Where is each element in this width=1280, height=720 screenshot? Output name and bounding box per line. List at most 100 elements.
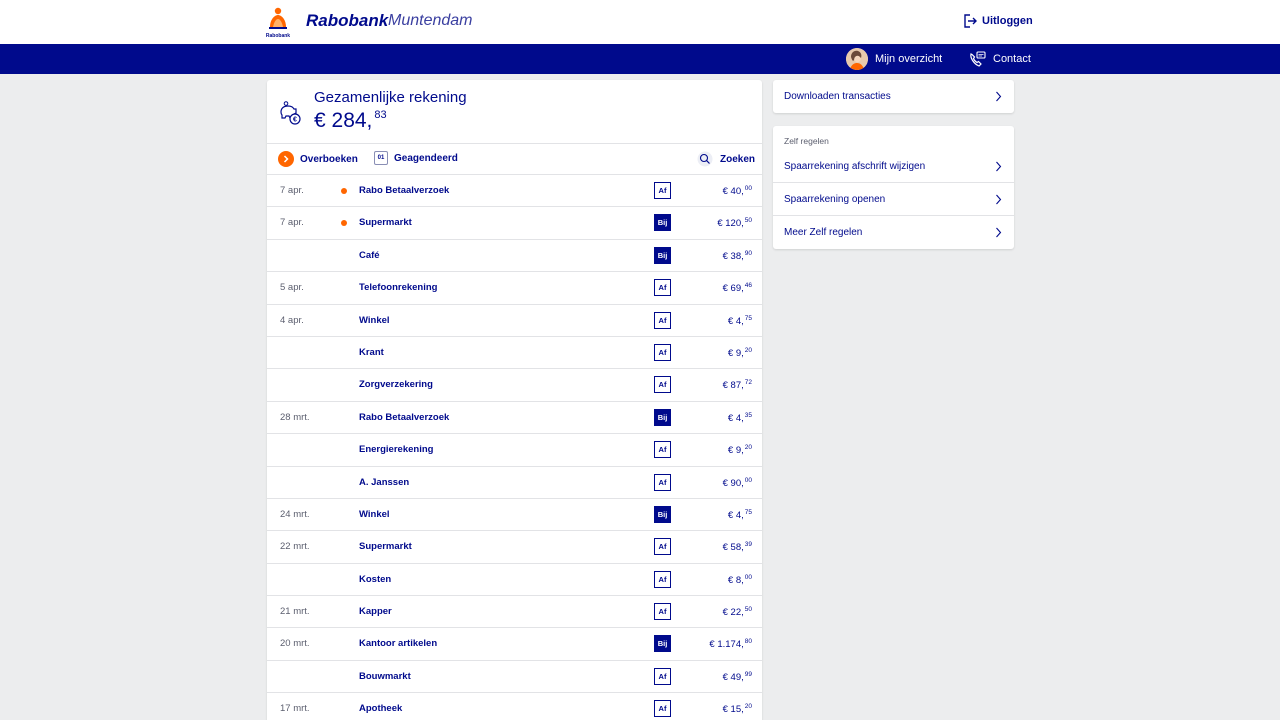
transaction-amount: € 1.174,80 — [709, 638, 752, 650]
nav-contact[interactable]: Contact — [968, 48, 1031, 70]
transaction-type-badge: Bij — [654, 635, 671, 653]
transaction-amount-main: € 38, — [722, 250, 744, 262]
download-transactions-label: Downloaden transacties — [784, 91, 891, 102]
account-name: Gezamenlijke rekening — [314, 89, 467, 106]
transaction-type-badge: Bij — [654, 214, 671, 232]
transaction-date: 22 mrt. — [280, 541, 310, 553]
transaction-amount: € 40,00 — [723, 185, 752, 197]
transaction-name: Rabo Betaalverzoek — [359, 185, 450, 196]
transaction-row[interactable]: 22 mrt. Supermarkt Af € 58,39 — [267, 531, 762, 564]
transaction-row[interactable]: Energierekening Af € 9,20 — [267, 434, 762, 467]
transaction-type-badge: Af — [654, 343, 671, 361]
account-icon-wrapper: € — [278, 100, 302, 131]
chevron-right-icon — [996, 227, 1002, 238]
transaction-amount-cents: 75 — [744, 508, 752, 516]
transaction-amount-main: € 1.174, — [709, 639, 744, 651]
calendar-icon: 01 — [374, 151, 388, 165]
piggy-bank-euro-icon: € — [280, 101, 301, 125]
transaction-row[interactable]: 24 mrt. Winkel Bij € 4,75 — [267, 499, 762, 532]
transaction-amount-main: € 90, — [722, 477, 744, 489]
download-transactions-link[interactable]: Downloaden transacties — [773, 80, 1014, 113]
transaction-type-badge: Af — [654, 182, 671, 199]
rabobank-logo[interactable]: Rabobank — [264, 5, 292, 39]
transaction-row[interactable]: 7 apr. Supermarkt Bij € 120,50 — [267, 207, 762, 240]
transaction-amount-main: € 120, — [717, 218, 744, 230]
account-balance-main: € 284, — [314, 109, 373, 132]
transaction-type-badge: Bij — [654, 505, 671, 523]
transaction-type-badge: Af — [654, 538, 671, 556]
self-service-heading: Zelf regelen — [784, 136, 829, 146]
transaction-type-badge: Af — [654, 667, 671, 685]
transaction-type-badge: Af — [654, 473, 671, 491]
transaction-amount: € 9,20 — [728, 347, 752, 359]
transaction-amount: € 9,20 — [728, 444, 752, 456]
transaction-amount: € 4,75 — [728, 315, 752, 327]
self-service-link-statement[interactable]: Spaarrekening afschrift wijzigen — [773, 150, 1014, 183]
self-service-link-open-savings[interactable]: Spaarrekening openen — [773, 183, 1014, 216]
account-balance: € 284, 83 — [314, 109, 387, 133]
nav-my-overview[interactable]: Mijn overzicht — [846, 48, 942, 70]
transaction-amount-main: € 4, — [727, 509, 744, 521]
transaction-amount: € 58,39 — [723, 541, 752, 553]
transaction-amount-main: € 69, — [722, 283, 744, 295]
top-bar: Rabobank Rabobank Muntendam Uitloggen — [0, 0, 1280, 44]
chevron-right-icon — [278, 151, 294, 167]
transaction-list: 7 apr. Rabo Betaalverzoek Af € 40,00 7 apr. S… — [267, 175, 762, 720]
transaction-row[interactable]: Bouwmarkt Af € 49,99 — [267, 661, 762, 694]
avatar — [846, 48, 868, 70]
transaction-type-badge: Af — [654, 311, 671, 329]
transaction-row[interactable]: 4 apr. Winkel Af € 4,75 — [267, 305, 762, 337]
transaction-date: 17 mrt. — [280, 703, 310, 715]
transaction-row[interactable]: A. Janssen Af € 90,00 — [267, 467, 762, 499]
scheduled-label: Geagendeerd — [394, 152, 458, 164]
transaction-name: Bouwmarkt — [359, 670, 411, 682]
transaction-name: Winkel — [359, 508, 390, 520]
transaction-amount-cents: 00 — [744, 476, 752, 484]
transaction-row[interactable]: Café Bij € 38,90 — [267, 240, 762, 273]
transaction-amount-cents: 72 — [744, 379, 752, 387]
transaction-row[interactable]: 28 mrt. Rabo Betaalverzoek Bij € 4,35 — [267, 402, 762, 435]
nav-contact-label: Contact — [993, 53, 1031, 65]
transaction-name: Krant — [359, 346, 384, 358]
transaction-row[interactable]: 5 apr. Telefoonrekening Af € 69,46 — [267, 272, 762, 305]
transaction-amount-main: € 22, — [722, 607, 744, 619]
transaction-name: Kosten — [359, 573, 392, 585]
search-button[interactable]: Zoeken — [697, 151, 755, 167]
chevron-right-icon — [996, 91, 1002, 102]
search-icon — [697, 151, 713, 167]
transaction-row[interactable]: 17 mrt. Apotheek Af € 15,20 — [267, 693, 762, 720]
transaction-amount: € 15,20 — [723, 703, 752, 715]
transaction-type-badge: Bij — [654, 408, 671, 426]
transaction-name: Rabo Betaalverzoek — [359, 411, 450, 423]
transaction-row[interactable]: 7 apr. Rabo Betaalverzoek Af € 40,00 — [267, 175, 762, 208]
transaction-amount: € 8,00 — [728, 574, 752, 586]
contact-phone-icon — [970, 51, 986, 67]
logout-button[interactable]: Uitloggen — [963, 14, 1033, 28]
scheduled-button[interactable]: 01 Geagendeerd — [374, 151, 458, 165]
transaction-amount-main: € 4, — [727, 412, 744, 424]
self-service-link-more[interactable]: Meer Zelf regelen — [773, 216, 1014, 249]
transaction-amount-cents: 20 — [744, 444, 752, 452]
transaction-row[interactable]: Zorgverzekering Af € 87,72 — [267, 369, 762, 402]
transaction-amount-main: € 49, — [722, 671, 744, 683]
transfer-label: Overboeken — [300, 153, 358, 165]
user-avatar-icon — [846, 48, 868, 70]
transaction-amount: € 38,90 — [723, 250, 752, 262]
self-service-card: Zelf regelen Spaarrekening afschrift wij… — [773, 126, 1014, 249]
transaction-date: 7 apr. — [280, 185, 304, 196]
transaction-amount-cents: 50 — [744, 217, 752, 225]
transaction-date: 5 apr. — [280, 282, 304, 294]
transfer-button[interactable]: Overboeken — [278, 151, 358, 167]
transaction-row[interactable]: Kosten Af € 8,00 — [267, 564, 762, 597]
svg-text:Rabobank: Rabobank — [266, 33, 290, 39]
transaction-row[interactable]: 20 mrt. Kantoor artikelen Bij € 1.174,80 — [267, 628, 762, 661]
transaction-row[interactable]: 21 mrt. Kapper Af € 22,50 — [267, 596, 762, 629]
transaction-amount-cents: 46 — [744, 282, 752, 290]
transaction-name: Kapper — [359, 606, 392, 618]
search-label: Zoeken — [720, 153, 756, 165]
svg-text:€: € — [293, 117, 297, 124]
transaction-type-badge: Af — [654, 700, 671, 718]
transaction-row[interactable]: Krant Af € 9,20 — [267, 337, 762, 370]
transaction-amount: € 90,00 — [723, 477, 752, 489]
transaction-amount-main: € 9, — [727, 445, 744, 457]
